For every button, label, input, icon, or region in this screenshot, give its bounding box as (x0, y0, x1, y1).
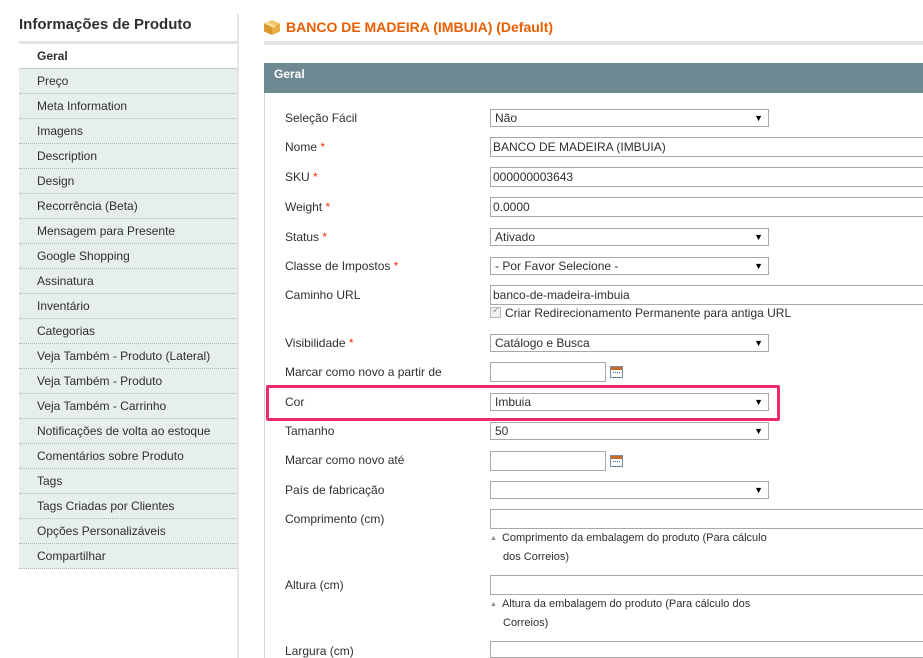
field-label-tamanho: Tamanho (285, 424, 335, 438)
field-label-weight: Weight * (285, 200, 331, 214)
sidebar-tab-list: Geral Preço Meta Information Imagens Descrip… (19, 44, 239, 569)
largura-input[interactable] (490, 641, 923, 658)
field-label-classe-impostos: Classe de Impostos * (285, 259, 399, 273)
dropdown-arrow-icon: ▼ (754, 338, 763, 348)
field-label-status: Status * (285, 230, 328, 244)
calendar-icon[interactable] (610, 366, 623, 378)
cor-highlight-box (266, 385, 780, 421)
box-icon (264, 20, 280, 35)
header-divider (264, 41, 923, 45)
sidebar-item-geral[interactable]: Geral (19, 44, 239, 69)
dropdown-arrow-icon: ▼ (754, 113, 763, 123)
calendar-icon[interactable] (610, 455, 623, 467)
field-label-novo-ate: Marcar como novo até (285, 453, 405, 467)
sidebar-item-notificacoes-de-volta-ao-estoque[interactable]: Notificações de volta ao estoque (19, 419, 239, 444)
field-label-nome: Nome * (285, 140, 326, 154)
field-label-caminho-url: Caminho URL (285, 288, 361, 302)
sidebar-item-design[interactable]: Design (19, 169, 239, 194)
sidebar-item-inventario[interactable]: Inventário (19, 294, 239, 319)
sidebar-item-opcoes-personalizaveis[interactable]: Opções Personalizáveis (19, 519, 239, 544)
dropdown-arrow-icon: ▼ (754, 426, 763, 436)
sidebar-item-recorrencia-beta[interactable]: Recorrência (Beta) (19, 194, 239, 219)
status-value: Ativado (495, 230, 536, 244)
tamanho-select[interactable]: 50 ▼ (490, 422, 769, 440)
field-label-comprimento: Comprimento (cm) (285, 512, 385, 526)
visibilidade-select[interactable]: Catálogo e Busca ▼ (490, 334, 769, 352)
tamanho-value: 50 (495, 424, 509, 438)
product-info-sidebar: Informações de Produto Geral Preço Meta In… (0, 0, 240, 658)
altura-note: ▲ Altura da embalagem do produto (Para cá… (490, 598, 751, 629)
sidebar-item-veja-tambem-produto-lateral[interactable]: Veja Também - Produto (Lateral) (19, 344, 239, 369)
selecao-facil-value: Não (495, 111, 518, 125)
dropdown-arrow-icon: ▼ (754, 232, 763, 242)
classe-impostos-value: - Por Favor Selecione - (495, 259, 619, 273)
field-label-largura: Largura (cm) (285, 644, 354, 658)
comprimento-note: ▲ Comprimento da embalagem do produto (Pa… (490, 532, 767, 563)
note-triangle-icon: ▲ (490, 535, 497, 542)
sidebar-item-imagens[interactable]: Imagens (19, 119, 239, 144)
classe-impostos-select[interactable]: - Por Favor Selecione - ▼ (490, 257, 769, 275)
sidebar-item-tags-criadas-por-clientes[interactable]: Tags Criadas por Clientes (19, 494, 239, 519)
sidebar-item-veja-tambem-produto[interactable]: Veja Também - Produto (19, 369, 239, 394)
sku-input[interactable]: 000000003643 (490, 167, 923, 187)
dropdown-arrow-icon: ▼ (754, 485, 763, 495)
sidebar-border (237, 14, 239, 658)
field-label-visibilidade: Visibilidade * (285, 336, 354, 350)
field-label-sku: SKU * (285, 170, 318, 184)
dropdown-arrow-icon: ▼ (754, 261, 763, 271)
caminho-url-input[interactable]: banco-de-madeira-imbuia (490, 285, 923, 305)
sidebar-item-description[interactable]: Description (19, 144, 239, 169)
novo-de-date-input[interactable] (490, 362, 606, 382)
redirect-checkbox-row[interactable]: Criar Redirecionamento Permanente para a… (490, 305, 792, 320)
field-label-pais: País de fabricação (285, 483, 385, 497)
sidebar-title: Informações de Produto (19, 16, 192, 33)
sidebar-item-meta-information[interactable]: Meta Information (19, 94, 239, 119)
sidebar-item-google-shopping[interactable]: Google Shopping (19, 244, 239, 269)
section-header-geral: Geral (264, 63, 923, 93)
sidebar-item-veja-tambem-carrinho[interactable]: Veja Também - Carrinho (19, 394, 239, 419)
weight-input[interactable]: 0.0000 (490, 197, 923, 217)
sidebar-item-comentarios-sobre-produto[interactable]: Comentários sobre Produto (19, 444, 239, 469)
nome-input[interactable]: BANCO DE MADEIRA (IMBUIA) (490, 137, 923, 157)
field-label-altura: Altura (cm) (285, 578, 344, 592)
sidebar-item-preco[interactable]: Preço (19, 69, 239, 94)
field-label-selecao-facil: Seleção Fácil (285, 111, 358, 125)
sidebar-item-tags[interactable]: Tags (19, 469, 239, 494)
sidebar-item-mensagem-para-presente[interactable]: Mensagem para Presente (19, 219, 239, 244)
sidebar-item-assinatura[interactable]: Assinatura (19, 269, 239, 294)
status-select[interactable]: Ativado ▼ (490, 228, 769, 246)
pais-select[interactable]: ▼ (490, 481, 769, 499)
visibilidade-value: Catálogo e Busca (495, 336, 590, 350)
sidebar-item-categorias[interactable]: Categorias (19, 319, 239, 344)
comprimento-input[interactable] (490, 509, 923, 529)
page-title: BANCO DE MADEIRA (IMBUIA) (Default) (286, 19, 554, 35)
note-triangle-icon: ▲ (490, 601, 497, 608)
novo-ate-date-input[interactable] (490, 451, 606, 471)
redirect-checkbox[interactable] (490, 305, 501, 318)
field-label-novo-de: Marcar como novo a partir de (285, 365, 442, 379)
selecao-facil-select[interactable]: Não ▼ (490, 109, 769, 127)
redirect-checkbox-label: Criar Redirecionamento Permanente para a… (505, 306, 792, 320)
sidebar-item-compartilhar[interactable]: Compartilhar (19, 544, 239, 569)
altura-input[interactable] (490, 575, 923, 595)
